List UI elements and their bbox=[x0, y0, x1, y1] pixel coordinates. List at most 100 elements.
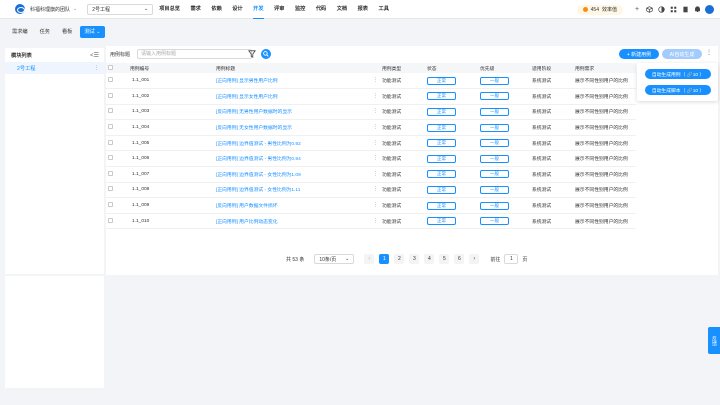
grid-icon[interactable] bbox=[669, 6, 677, 14]
sub-tab[interactable]: 看板 bbox=[62, 26, 72, 38]
case-title-link[interactable]: [正向用例] 边界值测试 - 女性比例为1.11 bbox=[216, 186, 300, 193]
case-title-link[interactable]: [正向用例] 显示男性用户比例 bbox=[216, 77, 278, 84]
avatar[interactable] bbox=[705, 5, 714, 14]
status-select[interactable]: 正常 bbox=[427, 217, 456, 226]
generate-scripts-button[interactable]: 自动生成脚本（ 🔗10 ） bbox=[645, 85, 711, 95]
priority-select[interactable]: 一般 bbox=[480, 107, 509, 116]
status-select[interactable]: 正常 bbox=[427, 76, 456, 85]
row-checkbox[interactable] bbox=[108, 186, 113, 192]
sub-tab[interactable]: 测试 ⌄ bbox=[80, 26, 105, 38]
generate-cases-button[interactable]: 自动生成用例（ 🔗10 ） bbox=[645, 69, 711, 79]
case-title-link[interactable]: [反向用例] 无男性用户数据时的显示 bbox=[216, 108, 292, 115]
row-checkbox[interactable] bbox=[108, 217, 113, 223]
select-all-checkbox[interactable] bbox=[108, 64, 113, 70]
priority-select[interactable]: 一般 bbox=[480, 139, 509, 148]
case-title-link[interactable]: [正向用例] 边界值测试 - 男性比例为0.94 bbox=[216, 155, 301, 162]
priority-select[interactable]: 一般 bbox=[480, 217, 509, 226]
priority-select[interactable]: 一般 bbox=[480, 154, 509, 163]
status-select[interactable]: 正常 bbox=[427, 139, 456, 148]
priority-select[interactable]: 一般 bbox=[480, 92, 509, 101]
table-row[interactable]: 1.1_007 [正向用例] 边界值测试 - 女性比例为1.09 ⋮ 功能测试 正常 一般… bbox=[106, 166, 636, 183]
nav-item[interactable]: 设计 bbox=[232, 0, 242, 19]
status-select[interactable]: 正常 bbox=[427, 185, 456, 194]
chevron-down-icon[interactable]: ⌄ bbox=[73, 6, 77, 12]
more-vertical-icon[interactable]: ⋮ bbox=[706, 49, 712, 56]
nav-item[interactable]: 评审 bbox=[274, 0, 284, 19]
more-vertical-icon[interactable]: ⋮ bbox=[94, 65, 99, 71]
priority-select[interactable]: 一般 bbox=[480, 123, 509, 132]
row-checkbox[interactable] bbox=[108, 155, 113, 161]
case-title-link[interactable]: [反向用例] 用户数据文件损坏 bbox=[216, 202, 278, 209]
project-select[interactable]: 2号工程 ⌄ bbox=[87, 3, 154, 15]
more-vertical-icon[interactable]: ⋮ bbox=[373, 186, 378, 193]
cube-icon[interactable] bbox=[645, 6, 653, 14]
sub-tab[interactable]: 需求编 bbox=[12, 26, 28, 38]
row-checkbox[interactable] bbox=[108, 202, 113, 208]
module-item-project[interactable]: 2号工程 ⋮ bbox=[5, 62, 104, 74]
status-select[interactable]: 正常 bbox=[427, 154, 456, 163]
row-checkbox[interactable] bbox=[108, 170, 113, 176]
row-checkbox[interactable] bbox=[108, 108, 113, 114]
collapse-icon[interactable]: <☰ bbox=[90, 52, 99, 59]
nav-item[interactable]: 报表 bbox=[358, 0, 368, 19]
table-row[interactable]: 1.1_005 [正向用例] 边界值测试 - 男性比例为0.92 ⋮ 功能测试 正常 一般… bbox=[106, 135, 636, 152]
table-row[interactable]: 1.1_009 [反向用例] 用户数据文件损坏 ⋮ 功能测试 正常 一般 系统测试 展示不同性… bbox=[106, 197, 636, 214]
next-page-button[interactable]: › bbox=[469, 254, 480, 264]
status-select[interactable]: 正常 bbox=[427, 92, 456, 101]
plus-icon[interactable]: + bbox=[633, 6, 641, 14]
feedback-button[interactable]: 反馈 bbox=[708, 327, 720, 354]
book-icon[interactable] bbox=[681, 6, 689, 14]
nav-item[interactable]: 开发 bbox=[253, 0, 264, 19]
table-row[interactable]: 1.1_006 [正向用例] 边界值测试 - 男性比例为0.94 ⋮ 功能测试 正常 一般… bbox=[106, 150, 636, 168]
status-select[interactable]: 正常 bbox=[427, 170, 456, 179]
table-row[interactable]: 1.1_001 [正向用例] 显示男性用户比例 ⋮ 功能测试 正常 一般 系统测试 展示不同性… bbox=[106, 73, 636, 90]
status-select[interactable]: 正常 bbox=[427, 107, 456, 116]
page-number-button[interactable]: 5 bbox=[439, 254, 450, 264]
team-name[interactable]: 科福科理旗的团队 bbox=[30, 6, 70, 13]
more-vertical-icon[interactable]: ⋮ bbox=[373, 155, 378, 162]
nav-item[interactable]: 工具 bbox=[379, 0, 389, 19]
goto-input[interactable]: 1 bbox=[504, 254, 519, 264]
page-number-button[interactable]: 2 bbox=[394, 254, 405, 264]
page-number-button[interactable]: 1 bbox=[379, 254, 390, 264]
case-title-link[interactable]: [正向用例] 用户比例动态变化 bbox=[216, 218, 278, 225]
nav-item[interactable]: 监控 bbox=[295, 0, 305, 19]
app-logo[interactable] bbox=[15, 4, 25, 14]
case-title-link[interactable]: [反向用例] 无女性用户数据时的显示 bbox=[216, 124, 292, 131]
table-row[interactable]: 1.1_003 [反向用例] 无男性用户数据时的显示 ⋮ 功能测试 正常 一般 系统测试 展示… bbox=[106, 104, 636, 121]
more-vertical-icon[interactable]: ⋮ bbox=[373, 93, 378, 100]
priority-select[interactable]: 一般 bbox=[480, 76, 509, 85]
more-vertical-icon[interactable]: ⋮ bbox=[373, 202, 378, 209]
priority-select[interactable]: 一般 bbox=[480, 201, 509, 210]
page-number-button[interactable]: 4 bbox=[424, 254, 435, 264]
filter-icon[interactable] bbox=[248, 50, 256, 58]
table-row[interactable]: 1.1_008 [正向用例] 边界值测试 - 女性比例为1.11 ⋮ 功能测试 正常 一般… bbox=[106, 182, 636, 199]
theme-icon[interactable] bbox=[657, 6, 665, 14]
nav-item[interactable]: 依赖 bbox=[211, 0, 221, 19]
prev-page-button[interactable]: ‹ bbox=[364, 254, 375, 264]
page-size-select[interactable]: 10条/页 ⌄ bbox=[314, 254, 355, 264]
efficiency-badge[interactable]: 454 效率值 bbox=[576, 4, 623, 15]
nav-item[interactable]: 需求 bbox=[190, 0, 200, 19]
table-row[interactable]: 1.1_004 [反向用例] 无女性用户数据时的显示 ⋮ 功能测试 正常 一般 系统测试 展示… bbox=[106, 119, 636, 136]
row-checkbox[interactable] bbox=[108, 124, 113, 130]
nav-item[interactable]: 文档 bbox=[337, 0, 347, 19]
page-number-button[interactable]: 3 bbox=[409, 254, 420, 264]
more-vertical-icon[interactable]: ⋮ bbox=[373, 77, 378, 84]
ai-generate-button[interactable]: AI自动生成 bbox=[662, 49, 702, 59]
more-vertical-icon[interactable]: ⋮ bbox=[373, 171, 378, 178]
sub-tab[interactable]: 任务 bbox=[40, 26, 50, 38]
bell-icon[interactable] bbox=[693, 6, 701, 14]
priority-select[interactable]: 一般 bbox=[480, 170, 509, 179]
row-checkbox[interactable] bbox=[108, 77, 113, 83]
more-vertical-icon[interactable]: ⋮ bbox=[373, 108, 378, 115]
more-vertical-icon[interactable]: ⋮ bbox=[373, 124, 378, 131]
row-checkbox[interactable] bbox=[108, 92, 113, 98]
case-title-link[interactable]: [正向用例] 边界值测试 - 女性比例为1.09 bbox=[216, 171, 301, 178]
table-row[interactable]: 1.1_010 [正向用例] 用户比例动态变化 ⋮ 功能测试 正常 一般 系统测试 展示不同性… bbox=[106, 213, 636, 230]
table-row[interactable]: 1.1_002 [正向用例] 显示女性用户比例 ⋮ 功能测试 正常 一般 系统测试 展示不同性… bbox=[106, 88, 636, 105]
status-select[interactable]: 正常 bbox=[427, 201, 456, 210]
nav-item[interactable]: 代码 bbox=[316, 0, 326, 19]
status-select[interactable]: 正常 bbox=[427, 123, 456, 132]
case-title-link[interactable]: [正向用例] 显示女性用户比例 bbox=[216, 93, 278, 100]
